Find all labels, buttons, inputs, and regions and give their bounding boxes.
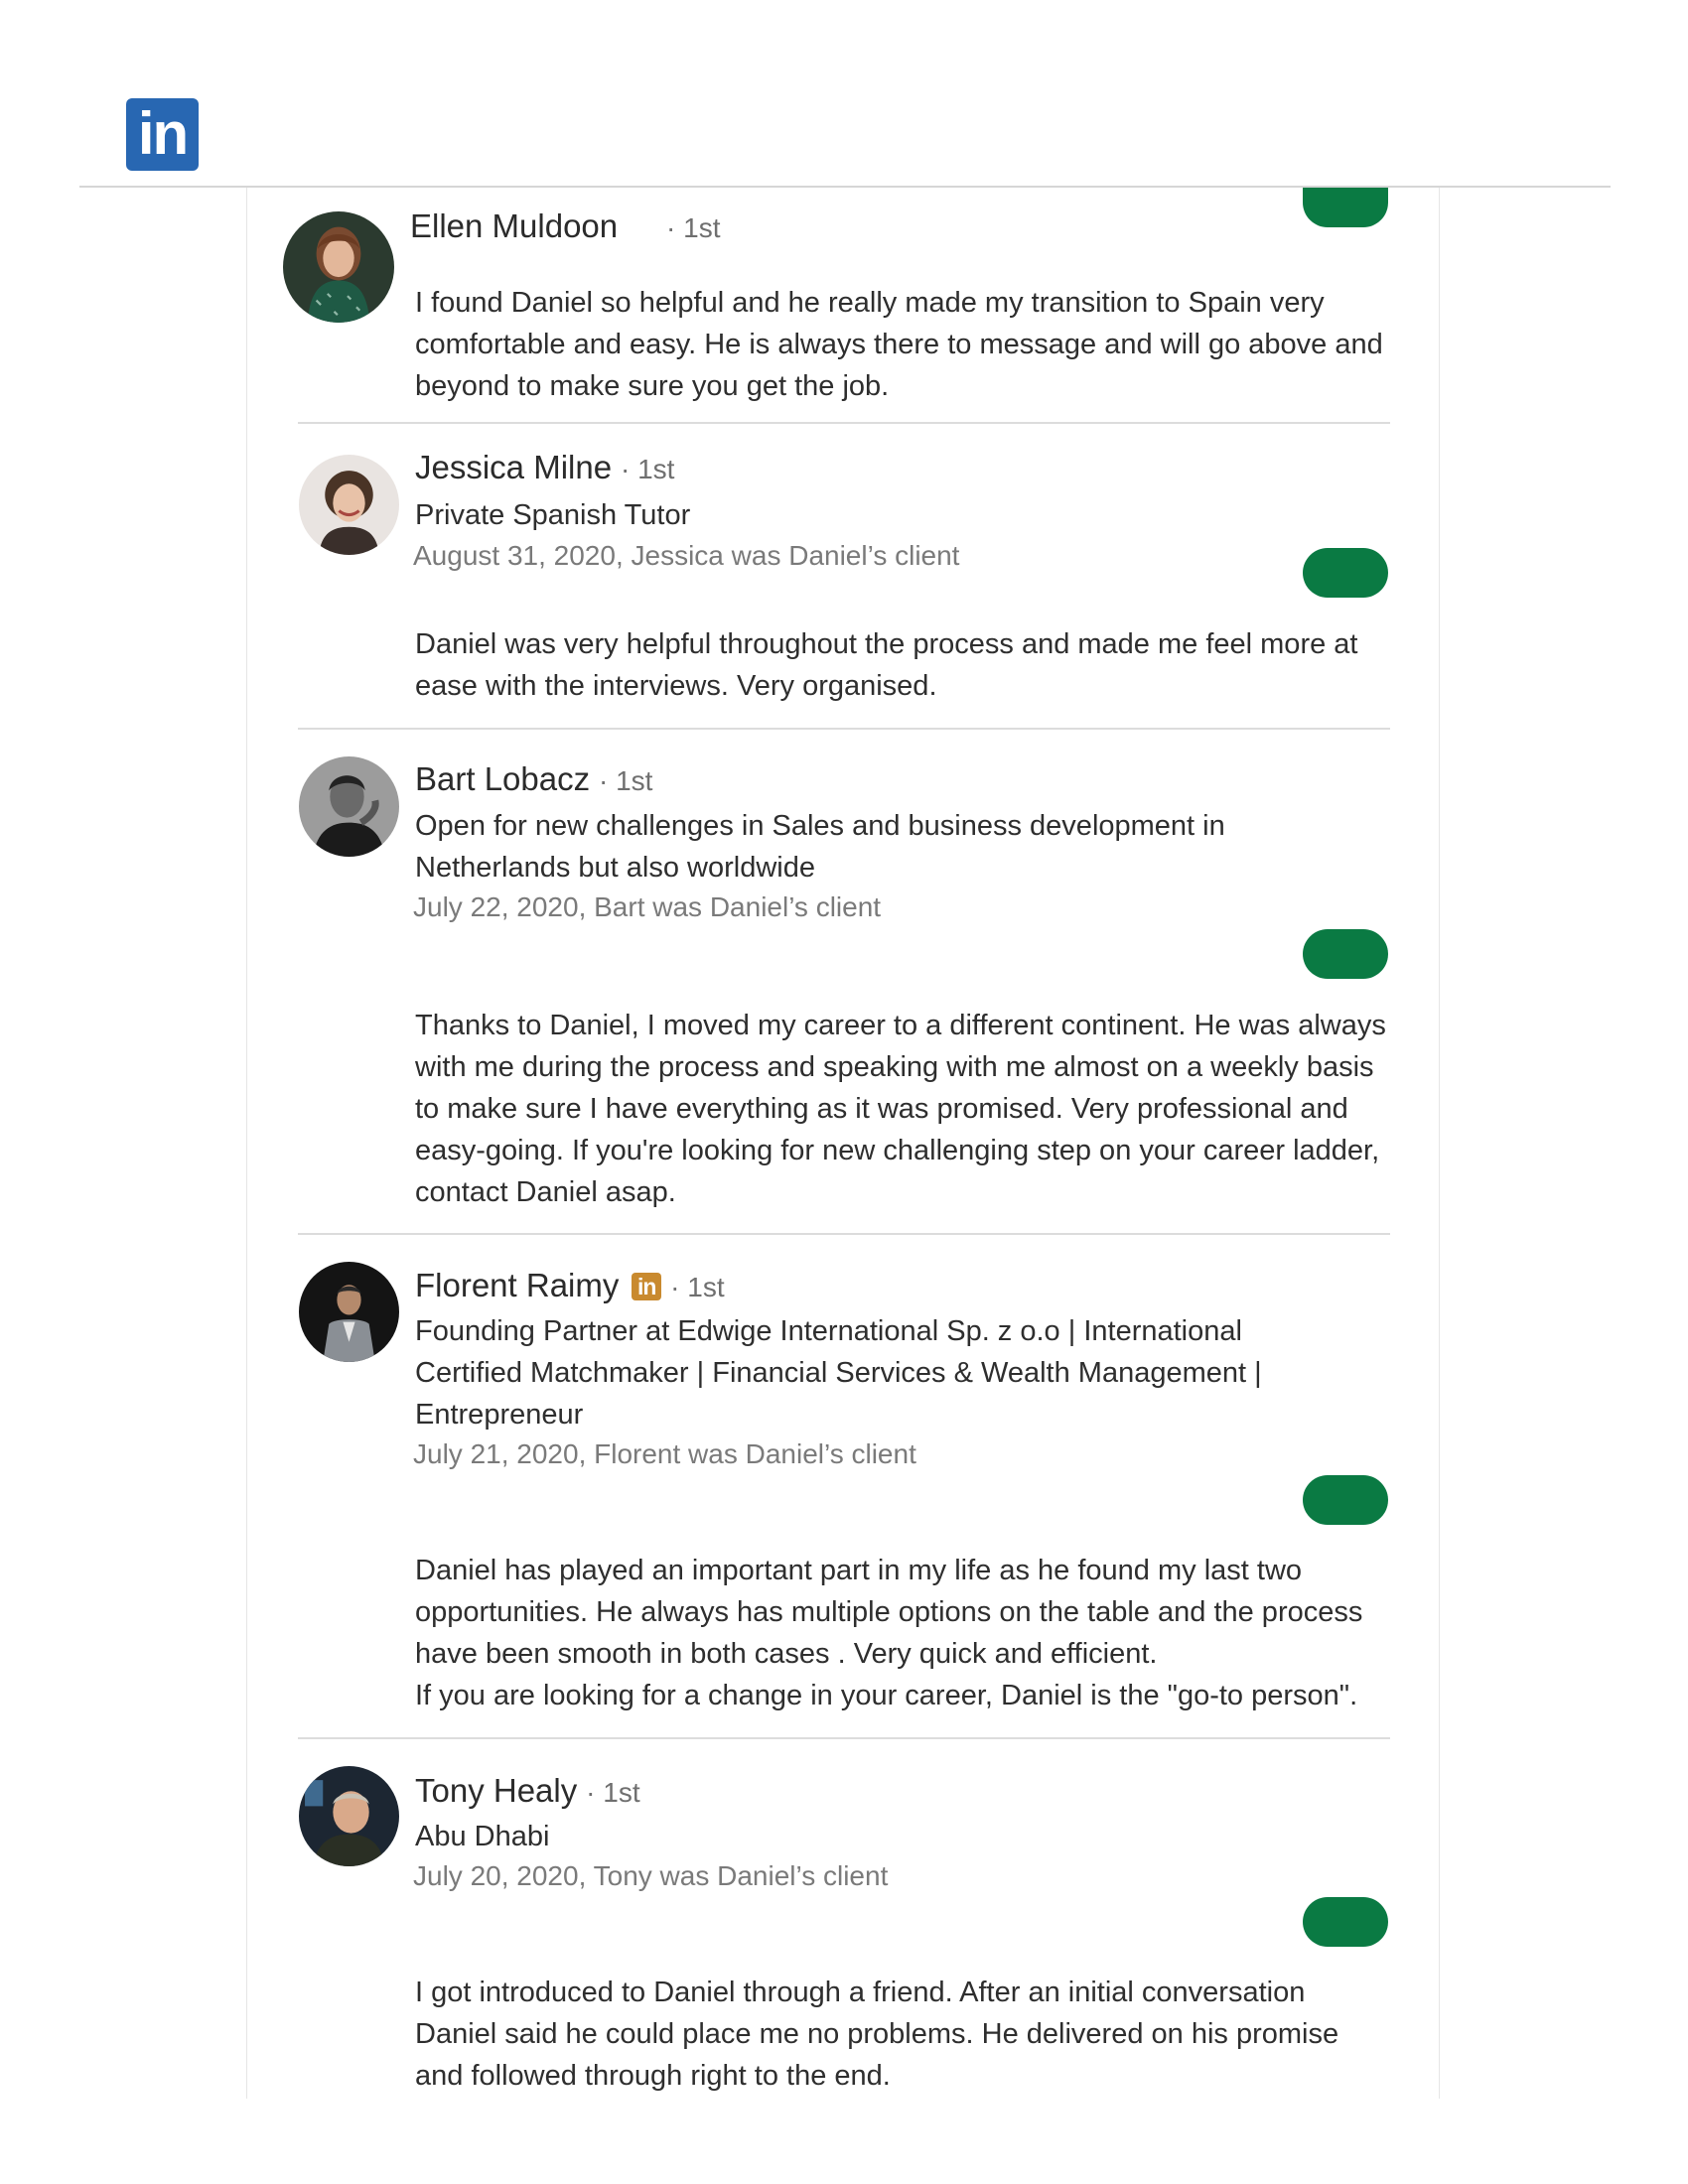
card-divider xyxy=(298,422,1390,424)
recommender-name[interactable]: Tony Healy xyxy=(415,1772,577,1809)
card-divider xyxy=(298,728,1390,730)
recommender-headline: Private Spanish Tutor xyxy=(415,499,691,531)
connection-degree: · 1st xyxy=(586,1777,640,1808)
recommendation-text: Daniel has played an important part in m… xyxy=(415,1550,1398,1716)
recommendation-paragraph: Thanks to Daniel, I moved my career to a… xyxy=(415,1010,1386,1208)
panel-left-border xyxy=(246,188,247,2099)
recommendation-date: August 31, 2020, Jessica was Daniel’s cl… xyxy=(413,540,960,571)
avatar[interactable] xyxy=(299,1262,399,1362)
premium-badge-icon: in xyxy=(632,1273,662,1300)
connection-degree: · 1st xyxy=(670,1272,725,1302)
recommendation-text: I found Daniel so helpful and he really … xyxy=(415,282,1398,407)
recommender-header: Florent Raimy in · 1st xyxy=(415,1266,725,1307)
linkedin-logo-icon[interactable]: in xyxy=(126,98,199,171)
avatar[interactable] xyxy=(283,211,394,323)
recommender-headline: Abu Dhabi xyxy=(415,1821,550,1852)
recommendation-paragraph: I got introduced to Daniel through a fri… xyxy=(415,1977,1339,2092)
recommender-header: Ellen Muldoon · 1st xyxy=(410,206,721,248)
connection-degree: · 1st xyxy=(599,765,653,796)
recommender-headline: Founding Partner at Edwige International… xyxy=(415,1315,1262,1431)
card-divider xyxy=(298,1233,1390,1235)
connection-degree: · 1st xyxy=(620,454,675,484)
recommender-name[interactable]: Florent Raimy xyxy=(415,1267,619,1303)
action-button[interactable] xyxy=(1303,188,1388,227)
recommender-header: Bart Lobacz · 1st xyxy=(415,759,652,801)
recommender-name[interactable]: Ellen Muldoon xyxy=(410,207,618,244)
recommendation-text: Daniel was very helpful throughout the p… xyxy=(415,623,1398,707)
recommender-header: Tony Healy · 1st xyxy=(415,1771,640,1813)
recommendation-date: July 21, 2020, Florent was Daniel’s clie… xyxy=(413,1438,916,1469)
connection-degree: · 1st xyxy=(666,212,721,243)
recommendation-text: Thanks to Daniel, I moved my career to a… xyxy=(415,1005,1398,1213)
recommendation-paragraph: I found Daniel so helpful and he really … xyxy=(415,287,1383,402)
action-button[interactable] xyxy=(1303,1897,1388,1947)
avatar[interactable] xyxy=(299,455,399,555)
action-button[interactable] xyxy=(1303,548,1388,598)
panel-right-border xyxy=(1439,188,1440,2099)
recommendation-paragraph: Daniel has played an important part in m… xyxy=(415,1555,1363,1670)
recommendation-text: I got introduced to Daniel through a fri… xyxy=(415,1972,1368,2097)
avatar[interactable] xyxy=(299,1766,399,1866)
avatar[interactable] xyxy=(299,756,399,857)
recommendation-date: July 20, 2020, Tony was Daniel’s client xyxy=(413,1860,889,1891)
recommendation-paragraph: Daniel was very helpful throughout the p… xyxy=(415,628,1358,702)
recommender-name[interactable]: Jessica Milne xyxy=(415,449,612,485)
recommendation-date: July 22, 2020, Bart was Daniel’s client xyxy=(413,891,882,922)
recommendation-paragraph: If you are looking for a change in your … xyxy=(415,1680,1358,1711)
recommender-headline: Open for new challenges in Sales and bus… xyxy=(415,810,1225,884)
logo-text: in xyxy=(137,100,189,167)
action-button[interactable] xyxy=(1303,1475,1388,1525)
card-divider xyxy=(298,1737,1390,1739)
recommender-header: Jessica Milne · 1st xyxy=(415,448,674,489)
recommender-name[interactable]: Bart Lobacz xyxy=(415,760,590,797)
action-button[interactable] xyxy=(1303,929,1388,979)
